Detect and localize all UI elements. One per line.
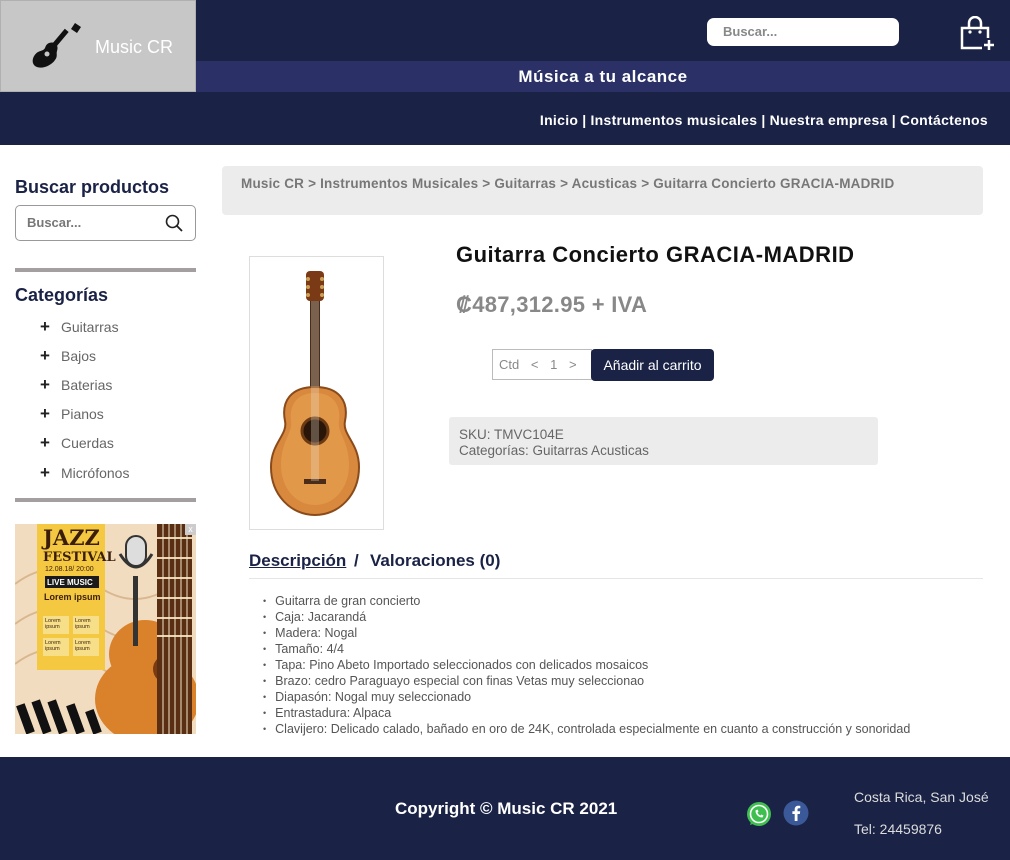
jazz-festival-ad[interactable]: JAZZ FESTIVAL 12.08.18/ 20:00 LIVE MUSIC… — [15, 524, 196, 734]
breadcrumb: Music CR > Instrumentos Musicales > Guit… — [222, 166, 983, 215]
main-nav: Inicio | Instrumentos musicales | Nuestra em… — [0, 92, 1010, 145]
divider — [15, 268, 196, 272]
category-label: Baterias — [61, 377, 113, 393]
tab-description[interactable]: Descripción — [249, 551, 346, 571]
category-label: Pianos — [61, 406, 104, 422]
add-to-cart-button[interactable]: Añadir al carrito — [591, 349, 714, 381]
product-categories: Categorías: Guitarras Acusticas — [459, 443, 649, 458]
product-meta: SKU: TMVC104E Categorías: Guitarras Acus… — [449, 417, 878, 465]
category-label: Bajos — [61, 348, 97, 364]
list-item: Tapa: Pino Abeto Importado seleccionados… — [263, 658, 910, 674]
nav-instrumentos[interactable]: Instrumentos musicales — [590, 112, 757, 128]
ad-small-text: Lorem ipsum — [45, 640, 61, 652]
breadcrumb-separator: > — [560, 176, 569, 191]
footer-location: Costa Rica, San José — [854, 789, 989, 805]
category-microfonos[interactable]: + Micrófonos — [40, 463, 129, 483]
category-label: Cuerdas — [61, 435, 114, 451]
ad-subtitle: FESTIVAL — [43, 550, 116, 565]
list-item: Diapasón: Nogal muy seleccionado — [263, 690, 910, 706]
divider — [249, 578, 983, 579]
nav-inicio[interactable]: Inicio — [540, 112, 578, 128]
shopping-bag-add-icon[interactable] — [958, 16, 996, 52]
breadcrumb-current: Guitarra Concierto GRACIA-MADRID — [653, 176, 895, 191]
quantity-decrement[interactable]: < — [531, 357, 539, 372]
logo-text: Music CR — [95, 37, 174, 57]
divider — [15, 498, 196, 502]
description-list: Guitarra de gran concierto Caja: Jacaran… — [263, 594, 910, 738]
whatsapp-icon[interactable] — [746, 801, 772, 827]
tab-separator: / — [354, 551, 359, 570]
nav-empresa[interactable]: Nuestra empresa — [770, 112, 888, 128]
list-item: Tamaño: 4/4 — [263, 642, 910, 658]
ad-small-text: Lorem ipsum — [45, 618, 61, 630]
ad-small-text: Lorem ipsum — [75, 640, 91, 652]
breadcrumb-separator: > — [308, 176, 317, 191]
product-sku: SKU: TMVC104E — [459, 427, 564, 442]
ad-title: JAZZ — [43, 525, 100, 550]
nav-separator: | — [891, 112, 896, 128]
quantity-increment[interactable]: > — [569, 357, 577, 372]
slogan: Música a tu alcance — [196, 61, 1010, 92]
facebook-icon[interactable] — [783, 800, 809, 826]
logo[interactable]: Music CR — [0, 0, 196, 92]
quantity-value[interactable]: 1 — [550, 357, 557, 372]
ad-lorem: Lorem ipsum — [44, 592, 101, 602]
plus-icon: + — [40, 317, 50, 336]
list-item: Madera: Nogal — [263, 626, 910, 642]
search-icon[interactable] — [165, 214, 183, 232]
list-item: Caja: Jacarandá — [263, 610, 910, 626]
breadcrumb-separator: > — [641, 176, 650, 191]
ad-close-button[interactable]: x — [185, 524, 196, 535]
sidebar-search-input[interactable]: Buscar... — [15, 205, 196, 241]
breadcrumb-item[interactable]: Guitarras — [494, 176, 556, 191]
breadcrumb-separator: > — [482, 176, 491, 191]
plus-icon: + — [40, 346, 50, 365]
header-search-input[interactable]: Buscar... — [707, 18, 899, 46]
sidebar-search-title: Buscar productos — [15, 177, 170, 197]
product-price: ₡487,312.95 + IVA — [456, 292, 648, 317]
category-label: Guitarras — [61, 319, 119, 335]
quantity-stepper[interactable]: Ctd < 1 > — [492, 349, 592, 380]
nav-separator: | — [761, 112, 766, 128]
tab-reviews[interactable]: Valoraciones (0) — [370, 551, 500, 571]
product-title: Guitarra Concierto GRACIA-MADRID — [456, 242, 855, 267]
ad-badge: LIVE MUSIC — [47, 578, 93, 587]
category-label: Micrófonos — [61, 465, 130, 481]
guitar-logo-icon — [32, 23, 81, 68]
product-image[interactable] — [249, 256, 384, 530]
list-item: Entrastadura: Alpaca — [263, 706, 910, 722]
category-bajos[interactable]: + Bajos — [40, 346, 96, 366]
breadcrumb-item[interactable]: Acusticas — [572, 176, 638, 191]
plus-icon: + — [40, 404, 50, 423]
footer-phone: Tel: 24459876 — [854, 821, 942, 837]
categories-title: Categorías — [15, 285, 109, 305]
plus-icon: + — [40, 463, 50, 482]
ad-small-text: Lorem ipsum — [75, 618, 91, 630]
list-item: Clavijero: Delicado calado, bañado en or… — [263, 722, 910, 738]
plus-icon: + — [40, 375, 50, 394]
category-guitarras[interactable]: + Guitarras — [40, 317, 119, 337]
nav-separator: | — [582, 112, 587, 128]
plus-icon: + — [40, 433, 50, 452]
guitar-product-image — [269, 271, 361, 517]
breadcrumb-item[interactable]: Music CR — [241, 176, 304, 191]
ad-date: 12.08.18/ 20:00 — [45, 566, 94, 573]
copyright: Copyright © Music CR 2021 — [395, 799, 618, 818]
nav-contacto[interactable]: Contáctenos — [900, 112, 988, 128]
list-item: Guitarra de gran concierto — [263, 594, 910, 610]
category-pianos[interactable]: + Pianos — [40, 404, 104, 424]
breadcrumb-item[interactable]: Instrumentos Musicales — [320, 176, 478, 191]
sidebar-search-placeholder: Buscar... — [27, 215, 82, 230]
quantity-label: Ctd — [499, 357, 520, 372]
list-item: Brazo: cedro Paraguayo especial con fina… — [263, 674, 910, 690]
category-baterias[interactable]: + Baterias — [40, 375, 112, 395]
category-cuerdas[interactable]: + Cuerdas — [40, 433, 114, 453]
footer: Copyright © Music CR 2021 Costa Rica, Sa… — [0, 757, 1010, 860]
